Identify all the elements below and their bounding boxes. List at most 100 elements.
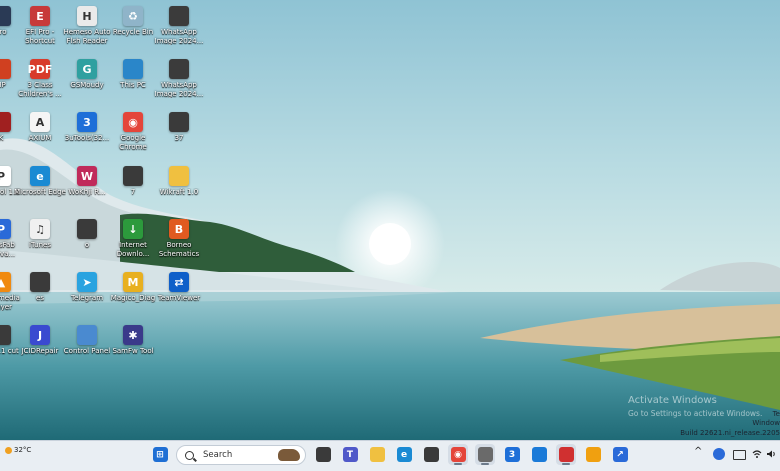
- desktop-icon-es-partial[interactable]: es: [15, 270, 65, 322]
- desktop-icon-teamviewer[interactable]: ⇄ TeamViewer: [154, 270, 204, 322]
- desktop-icon-google-chrome-icon: ◉: [123, 112, 143, 132]
- taskbar-edge[interactable]: e: [394, 444, 414, 465]
- volume-icon[interactable]: [766, 449, 776, 459]
- taskbar-app-active[interactable]: [475, 444, 495, 465]
- desktop-icon-itunes-icon: ♫: [30, 219, 50, 239]
- desktop-icon-7-partial[interactable]: 7: [108, 164, 158, 216]
- desktop-icon-magico-diag-icon: M: [123, 272, 143, 292]
- taskbar-shield-icon: [531, 447, 547, 462]
- desktop-icon-internet-download[interactable]: ↓ Internet Downlo...: [108, 217, 158, 269]
- desktop-icon-k-partial-icon: [0, 112, 11, 132]
- tray-app-icon[interactable]: [713, 448, 725, 460]
- desktop-icon-this-pc[interactable]: This PC: [108, 57, 158, 109]
- desktop-icon-gsmoudy-label: GSMoudy: [70, 81, 104, 89]
- desktop-icon-wokhji-label: WoKhji R...: [68, 188, 106, 196]
- desktop-icon-teamviewer-label: TeamViewer: [157, 294, 201, 302]
- desktop-icon-pro-partial-icon: [0, 6, 11, 26]
- desktop-icon-gsmoudy[interactable]: G GSMoudy: [62, 57, 112, 109]
- desktop-icon-wokhji[interactable]: W WoKhji R...: [62, 164, 112, 216]
- desktop-icon-itunes-label: iTunes: [29, 241, 51, 249]
- activate-windows-subtitle: Go to Settings to activate Windows.: [628, 409, 763, 418]
- desktop-icon-internet-download-icon: ↓: [123, 219, 143, 239]
- desktop-icon-google-chrome-label: Google Chrome: [119, 134, 147, 151]
- desktop-icon-magico-diag[interactable]: M Magico_Diag: [108, 270, 158, 322]
- desktop-icon-samfw-tool-icon: ✱: [123, 325, 143, 345]
- taskbar-widget[interactable]: [313, 444, 333, 465]
- desktop-icon-wikraft-folder[interactable]: Wikraft 1.0: [154, 164, 204, 216]
- taskbar-search-box[interactable]: Search: [176, 445, 306, 465]
- desktop-icon-samfw-tool-label: SamFw Tool: [112, 347, 154, 355]
- desktop-icon-this-pc-label: This PC: [120, 81, 146, 89]
- desktop-icon-3utools-partial[interactable]: 3 3uTools(32...: [62, 110, 112, 162]
- desktop-icon-samfw-tool[interactable]: ✱ SamFw Tool: [108, 323, 158, 375]
- desktop-icon-microsoft-edge[interactable]: e Microsoft Edge: [14, 164, 66, 216]
- taskbar-chrome[interactable]: ◉: [448, 444, 468, 465]
- taskbar-app-active-icon: [477, 447, 493, 462]
- desktop-icon-3utools-partial-label: 3uTools(32...: [64, 134, 110, 142]
- desktop-icon-itunes[interactable]: ♫ iTunes: [15, 217, 65, 269]
- taskbar-file-explorer[interactable]: [367, 444, 387, 465]
- desktop-icon-jcidrepair[interactable]: J JCIDRepair: [15, 323, 65, 375]
- desktop-icon-telegram[interactable]: ➤ Telegram: [62, 270, 112, 322]
- desktop-icon-jcidrepair-label: JCIDRepair: [21, 347, 59, 355]
- tray-overflow-chevron-icon[interactable]: ^: [694, 446, 702, 457]
- desktop-icon-whatsapp-image-1[interactable]: WhatsApp Image 2024...: [154, 4, 204, 56]
- start-button[interactable]: ⊞: [150, 444, 170, 465]
- desktop-icon-hemeso-auto-flash-label: Hemeso Auto Flsh Reader: [63, 28, 111, 45]
- taskbar-app-orange-icon: [585, 447, 601, 462]
- desktop-icon-wikraft-folder-label: Wikraft 1.0: [159, 188, 199, 196]
- desktop-icon-teamviewer-icon: ⇄: [169, 272, 189, 292]
- taskbar-app-orange[interactable]: [583, 444, 603, 465]
- taskbar-store[interactable]: [421, 444, 441, 465]
- desktop-icon-telegram-icon: ➤: [77, 272, 97, 292]
- desktop-icon-pdf-children[interactable]: PDF 3 Class Children's ...: [15, 57, 65, 109]
- desktop-icon-control-panel[interactable]: Control Panel: [62, 323, 112, 375]
- taskbar-teams-icon: T: [342, 447, 358, 462]
- desktop-icon-37-partial-label: 37: [174, 134, 184, 142]
- desktop-icon-hemeso-auto-flash-icon: H: [77, 6, 97, 26]
- weather-temperature: 32°C: [14, 446, 32, 454]
- wifi-icon[interactable]: [752, 449, 762, 459]
- desktop-icon-hp-partial-icon: [0, 59, 11, 79]
- display-icon[interactable]: [733, 450, 746, 460]
- desktop-icon-google-chrome[interactable]: ◉ Google Chrome: [108, 110, 158, 162]
- desktop-icon-control-panel-icon: [77, 325, 97, 345]
- taskbar: [0, 440, 780, 471]
- desktop-icon-o-partial-label: o: [84, 241, 90, 249]
- taskbar-app-red[interactable]: [556, 444, 576, 465]
- desktop-icon-jcidrepair-icon: J: [30, 325, 50, 345]
- desktop-icon-whatsapp-image-1-label: WhatsApp Image 2024...: [154, 28, 204, 45]
- desktop-icon-axium-label: AXIUM: [28, 134, 52, 142]
- desktop-icon-3utools-partial-icon: 3: [77, 112, 97, 132]
- desktop-icon-axium[interactable]: A AXIUM: [15, 110, 65, 162]
- weather-widget[interactable]: 32°C: [4, 444, 38, 466]
- taskbar-store-icon: [423, 447, 439, 462]
- taskbar-shield[interactable]: [529, 444, 549, 465]
- taskbar-teams[interactable]: T: [340, 444, 360, 465]
- desktop-icon-microsoft-edge-label: Microsoft Edge: [14, 188, 66, 196]
- desktop-icon-es-partial-label: es: [36, 294, 44, 302]
- taskbar-app-blue-icon: ↗: [612, 447, 628, 462]
- desktop-icon-recycle-bin-icon: ♻: [123, 6, 143, 26]
- search-highlight-icon: [278, 449, 300, 461]
- desktop-icon-pdf-children-label: 3 Class Children's ...: [18, 81, 62, 98]
- desktop-icon-whatsapp-image-2[interactable]: WhatsApp Image 2024...: [154, 57, 204, 109]
- taskbar-app-blue[interactable]: ↗: [610, 444, 630, 465]
- desktop-icon-37-partial-icon: [169, 112, 189, 132]
- desktop-icon-hemeso-auto-flash[interactable]: H Hemeso Auto Flsh Reader: [62, 4, 112, 56]
- taskbar-widget-icon: [315, 447, 331, 462]
- desktop-icon-37-partial[interactable]: 37: [154, 110, 204, 162]
- desktop-icon-whatsapp-image-2-icon: [169, 59, 189, 79]
- desktop-icon-borneo-schematics[interactable]: B Borneo Schematics: [154, 217, 204, 269]
- desktop-icon-recycle-bin-label: Recycle Bin: [112, 28, 154, 36]
- windows-build-info: Build 22621.ni_release.2205: [680, 429, 780, 437]
- desktop-icon-7-partial-label: 7: [130, 188, 136, 196]
- desktop-icon-recycle-bin[interactable]: ♻ Recycle Bin: [108, 4, 158, 56]
- sun-icon: [5, 447, 12, 454]
- desktop-icon-vlc-media-player-icon: ▲: [0, 272, 11, 292]
- desktop-icon-o-partial[interactable]: o: [62, 217, 112, 269]
- taskbar-3utools[interactable]: 3: [502, 444, 522, 465]
- search-icon: [185, 450, 194, 460]
- desktop-icon-efi-pro-shortcut[interactable]: E EFI Pro - Shortcut: [15, 4, 65, 56]
- windows-edition-partial: Te: [772, 410, 780, 418]
